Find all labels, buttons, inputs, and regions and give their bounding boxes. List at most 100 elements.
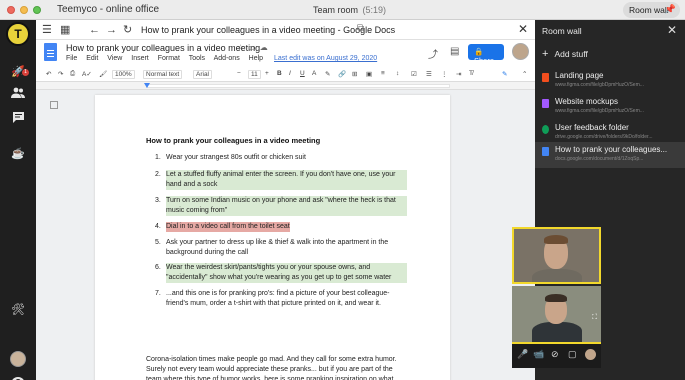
teemyco-logo[interactable]: T: [6, 22, 30, 46]
active-speaker-indicator: [512, 342, 601, 344]
video-tile-active-speaker[interactable]: [512, 227, 601, 284]
list-item: 3. Turn on some Indian music on your pho…: [155, 196, 407, 216]
menu-edit[interactable]: Edit: [86, 55, 98, 62]
paint-format-icon[interactable]: 🖌: [99, 70, 107, 78]
document-title[interactable]: How to prank your colleagues in a video …: [66, 43, 260, 53]
activity-trend-icon[interactable]: ⤴: [428, 46, 438, 61]
style-select[interactable]: Normal text: [143, 70, 183, 79]
back-arrow-icon[interactable]: ←: [89, 23, 100, 37]
add-stuff-button[interactable]: + Add stuff: [542, 48, 588, 60]
lock-icon: 🔒: [474, 47, 484, 56]
menu-insert[interactable]: Insert: [131, 55, 149, 62]
hamburger-menu-icon[interactable]: ☰: [42, 23, 52, 37]
font-select[interactable]: Arial: [193, 70, 213, 79]
share-button[interactable]: 🔒 Share: [468, 44, 504, 65]
google-docs-logo-icon[interactable]: [44, 43, 57, 61]
plus-icon: +: [542, 48, 549, 60]
underline-icon[interactable]: U: [300, 70, 305, 77]
window-close-button[interactable]: [7, 6, 15, 14]
insert-image-icon[interactable]: ▣: [366, 70, 372, 78]
checklist-icon[interactable]: ☑: [411, 70, 417, 78]
undo-icon[interactable]: ↶: [46, 70, 51, 78]
insert-comment-icon[interactable]: ⊞: [352, 70, 357, 78]
text-color-icon[interactable]: A: [312, 70, 316, 77]
rocket-icon[interactable]: 🚀 1: [11, 65, 29, 79]
open-external-icon[interactable]: ⧉: [357, 23, 364, 34]
menu-view[interactable]: View: [107, 55, 122, 62]
redo-icon[interactable]: ↷: [58, 70, 63, 78]
chat-icon[interactable]: [11, 111, 25, 125]
window-maximize-button[interactable]: [33, 6, 41, 14]
room-wall-item[interactable]: Landing page www.figma.com/file/gbDpmHuz…: [535, 68, 685, 94]
figma-file-icon: [542, 73, 549, 82]
close-room-wall-icon[interactable]: ✕: [667, 23, 677, 37]
clear-formatting-icon[interactable]: T̸: [469, 70, 473, 77]
last-edit-link[interactable]: Last edit was on August 29, 2020: [274, 55, 377, 62]
align-left-icon[interactable]: ≡: [381, 70, 385, 77]
indent-marker[interactable]: [144, 83, 150, 88]
increase-font-icon[interactable]: +: [265, 70, 269, 77]
link-icon[interactable]: 🔗: [338, 70, 346, 78]
people-icon[interactable]: [11, 87, 25, 101]
google-docs-file-icon: [542, 147, 549, 156]
room-wall-button[interactable]: Room wall 📌: [623, 2, 680, 18]
pin-icon: 📌: [664, 4, 676, 14]
decrease-font-icon[interactable]: −: [237, 70, 241, 77]
numbered-list-icon[interactable]: ⋮: [441, 70, 448, 78]
room-wall-item-name: Landing page: [555, 71, 604, 80]
video-controls: 🎤 📹 ⊘ ▢: [512, 342, 601, 368]
line-spacing-icon[interactable]: ↕: [396, 70, 399, 77]
room-wall-item-name: Website mockups: [555, 97, 618, 106]
font-size-input[interactable]: 11: [248, 70, 261, 79]
star-icon[interactable]: ☆: [237, 43, 248, 52]
document-canvas: How to prank your colleagues in a video …: [36, 90, 535, 380]
tools-icon[interactable]: 🛠: [11, 303, 25, 317]
body-paragraph: Corona-isolation times make people go ma…: [146, 356, 397, 380]
camera-off-icon[interactable]: ⊘: [551, 349, 559, 360]
print-icon[interactable]: ⎙: [70, 70, 75, 78]
list-number: 5.: [155, 239, 161, 246]
list-number: 3.: [155, 197, 161, 204]
account-avatar[interactable]: [512, 43, 529, 60]
menu-format[interactable]: Format: [158, 55, 180, 62]
document-outline-icon[interactable]: [50, 101, 58, 109]
list-text: Ask your partner to dress up like & thie…: [166, 239, 389, 256]
italic-icon[interactable]: I: [289, 70, 291, 77]
docs-menubar: File Edit View Insert Format Tools Add-o…: [66, 55, 384, 62]
menu-file[interactable]: File: [66, 55, 77, 62]
indent-icon[interactable]: ⇥: [456, 70, 461, 78]
highlight-icon[interactable]: ✎: [325, 70, 330, 78]
grid-layout-icon[interactable]: ▦: [60, 23, 70, 37]
bulleted-list-icon[interactable]: ☰: [426, 70, 432, 78]
room-wall-title: Room wall: [542, 26, 582, 36]
cloud-saved-icon: ☁: [259, 43, 272, 52]
figma-file-icon: [542, 99, 549, 108]
video-tile-self[interactable]: ⛶: [512, 286, 601, 342]
menu-help[interactable]: Help: [249, 55, 263, 62]
window-minimize-button[interactable]: [20, 6, 28, 14]
add-stuff-label: Add stuff: [554, 49, 588, 59]
reload-icon[interactable]: ↻: [123, 23, 132, 37]
editing-mode-icon[interactable]: ✎: [502, 70, 507, 78]
spellcheck-icon[interactable]: A✓: [82, 70, 92, 78]
close-browser-icon[interactable]: ✕: [518, 22, 528, 36]
forward-arrow-icon[interactable]: →: [106, 23, 117, 37]
room-wall-item[interactable]: How to prank your colleagues... docs.goo…: [535, 142, 685, 168]
expand-video-icon[interactable]: ⛶: [592, 314, 597, 322]
camera-icon[interactable]: 📹: [533, 349, 544, 360]
room-wall-item[interactable]: Website mockups www.figma.com/file/gbDpm…: [535, 94, 685, 120]
collapse-toolbar-icon[interactable]: ⌃: [522, 70, 527, 78]
coffee-icon[interactable]: ☕: [11, 147, 25, 161]
self-avatar[interactable]: [585, 349, 596, 360]
microphone-icon[interactable]: 🎤: [517, 349, 528, 360]
menu-add-ons[interactable]: Add-ons: [214, 55, 240, 62]
room-wall-item-url: www.figma.com/file/gbDpmHuzO/Sem...: [555, 108, 644, 114]
menu-tools[interactable]: Tools: [189, 55, 205, 62]
document-page[interactable]: How to prank your colleagues in a video …: [95, 95, 450, 380]
bold-icon[interactable]: B: [277, 70, 282, 77]
screen-share-icon[interactable]: ▢: [568, 349, 577, 360]
zoom-select[interactable]: 100%: [112, 70, 135, 79]
move-folder-icon[interactable]: ▭: [248, 43, 260, 52]
comments-icon[interactable]: ▤: [450, 46, 459, 57]
user-avatar[interactable]: [10, 351, 26, 367]
